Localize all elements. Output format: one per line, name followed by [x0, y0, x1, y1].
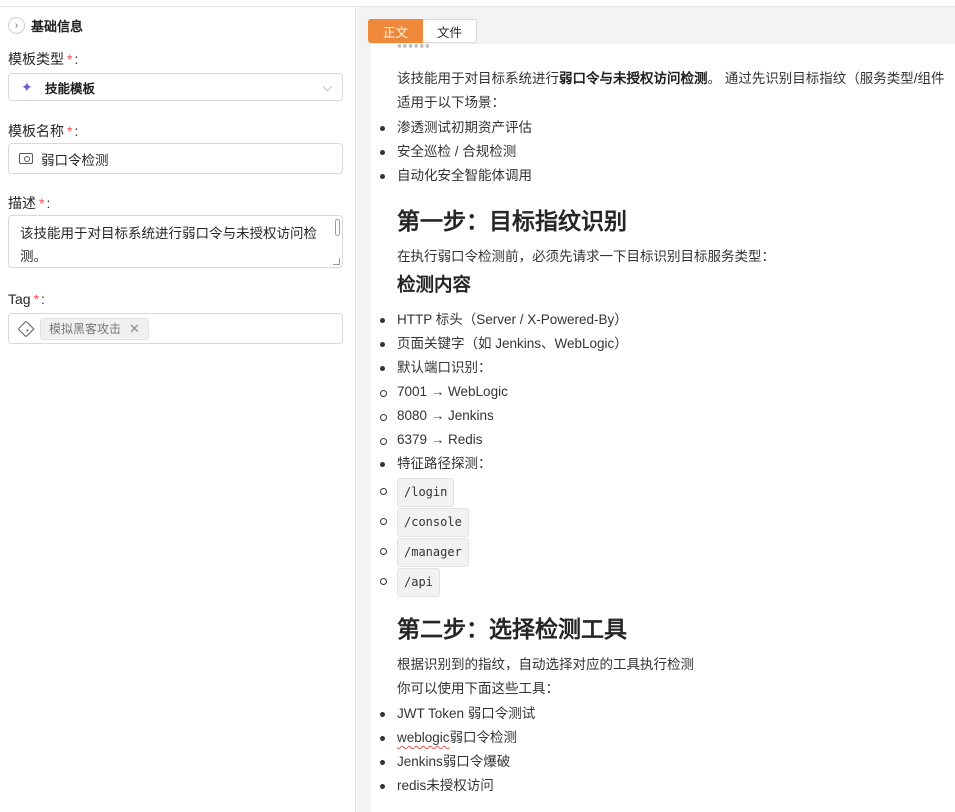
chevron-down-icon[interactable]: ⌵	[323, 80, 332, 95]
code-console: /console	[397, 508, 469, 537]
template-name-value: 弱口令检测	[41, 152, 109, 168]
tab-files[interactable]: 文件	[423, 19, 478, 43]
sparkle-icon: ✦	[21, 78, 33, 95]
template-name-label: 模板名称 *:	[8, 123, 79, 139]
top-divider	[0, 0, 955, 7]
clipped-heading: ▪▪▪▪▪▪	[397, 44, 431, 53]
list-item: 页面关键字（如 Jenkins、WebLogic）	[380, 332, 628, 356]
list-item: /console	[380, 508, 469, 537]
tag-chip: 模拟黑客攻击 ✕	[40, 317, 149, 340]
intro-paragraph: 该技能用于对目标系统进行弱口令与未授权访问检测。 通过先识别目标指纹（服务类型/…	[397, 71, 945, 86]
form-panel: › 基础信息 模板类型 *: ✦ 技能模板 ⌵ 模板名称 *: 弱口令检测 描述 *:…	[0, 7, 356, 812]
list-item: 默认端口识别：	[380, 356, 492, 380]
template-type-label: 模板类型 *:	[8, 51, 79, 67]
spellcheck-word: weblogic	[397, 730, 450, 745]
code-manager: /manager	[397, 538, 469, 567]
list-item: /manager	[380, 538, 469, 567]
code-api: /api	[397, 568, 440, 597]
template-name-input[interactable]: 弱口令检测	[8, 143, 343, 174]
textarea-scrollbar[interactable]	[335, 219, 340, 236]
description-value: 该技能用于对目标系统进行弱口令与未授权访问检测。	[20, 226, 317, 264]
list-item: 8080 → Jenkins	[380, 404, 494, 428]
detect-heading: 检测内容	[397, 274, 472, 295]
list-item: 自动化安全智能体调用	[380, 164, 532, 188]
list-item: 安全巡检 / 合规检测	[379, 140, 516, 164]
code-login: /login	[397, 478, 455, 507]
tag-input[interactable]: 模拟黑客攻击 ✕	[8, 313, 343, 344]
template-type-value: 技能模板	[45, 81, 96, 96]
step2-heading: 第二步：选择检测工具	[397, 616, 627, 642]
content-tabs: 正文 文件	[368, 19, 478, 43]
list-item: 7001 → WebLogic	[380, 380, 508, 404]
tag-chip-label: 模拟黑客攻击	[49, 322, 122, 336]
list-item: 渗透测试初期资产评估	[380, 116, 532, 140]
step2-text2: 你可以使用下面这些工具：	[397, 681, 559, 696]
camera-icon	[19, 153, 33, 164]
description-label: 描述 *:	[8, 195, 51, 211]
tag-label: Tag *:	[8, 291, 45, 307]
section-header[interactable]: › 基础信息	[8, 16, 83, 35]
step1-heading: 第一步：目标指纹识别	[397, 208, 627, 234]
list-item: /login	[379, 478, 455, 507]
tag-icon	[17, 320, 35, 337]
description-textarea[interactable]: 该技能用于对目标系统进行弱口令与未授权访问检测。	[8, 215, 343, 268]
step1-text: 在执行弱口令检测前，必须先请求一下目标识别目标服务类型：	[397, 249, 775, 264]
list-item: weblogic弱口令检测	[379, 726, 517, 750]
list-item: 特征路径探测：	[380, 452, 492, 476]
list-item: redis未授权访问	[380, 774, 494, 798]
list-item: JWT Token 弱口令测试	[379, 702, 535, 726]
step2-text1: 根据识别到的指纹，自动选择对应的工具执行检测	[397, 657, 694, 672]
intro-line2: 适用于以下场景：	[397, 95, 505, 110]
document-body[interactable]: ▪▪▪▪▪▪ 该技能用于对目标系统进行弱口令与未授权访问检测。 通过先识别目标指…	[371, 44, 955, 812]
close-icon[interactable]: ✕	[129, 321, 140, 337]
list-item: /api	[380, 568, 440, 597]
list-item: HTTP 标头（Server / X-Powered-By）	[380, 308, 628, 332]
editor-panel: 正文 文件 ▪▪▪▪▪▪ 该技能用于对目标系统进行弱口令与未授权访问检测。 通过…	[357, 7, 955, 812]
section-title: 基础信息	[31, 19, 84, 34]
resize-handle[interactable]	[333, 258, 340, 265]
chevron-right-icon[interactable]: ›	[8, 17, 25, 34]
list-item: Jenkins弱口令爆破	[379, 750, 510, 774]
template-type-select[interactable]: ✦ 技能模板 ⌵	[8, 73, 343, 101]
list-item: 6379 → Redis	[380, 428, 483, 452]
tab-body[interactable]: 正文	[368, 19, 424, 43]
